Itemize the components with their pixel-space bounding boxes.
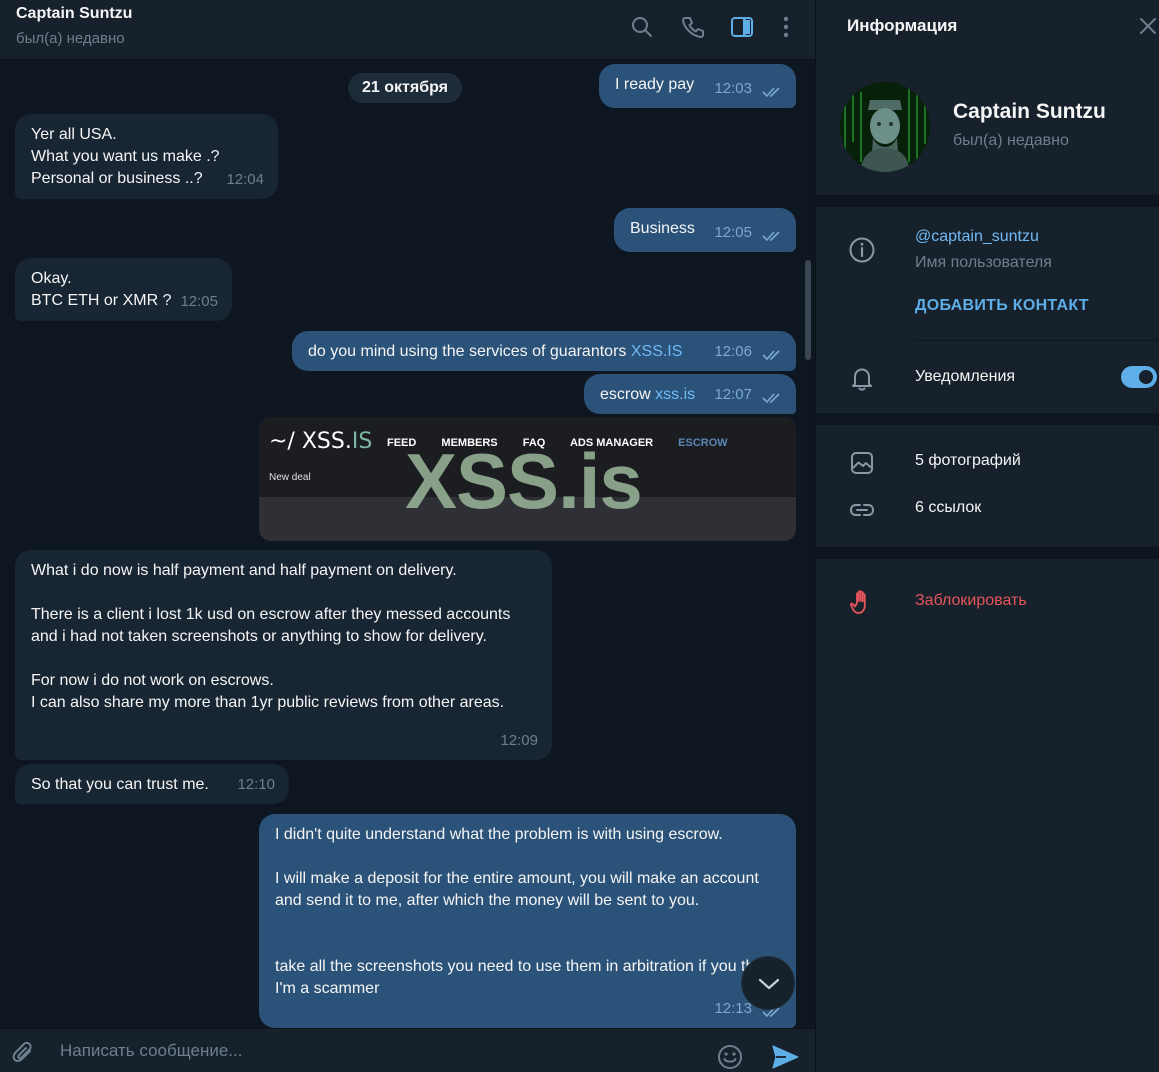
message-bubble-incoming[interactable]: So that you can trust me. 12:10: [15, 764, 289, 804]
info-icon: [849, 237, 875, 263]
date-separator: 21 октября: [348, 73, 462, 103]
message-time: 12:05: [180, 293, 218, 310]
scroll-down-button[interactable]: [741, 956, 795, 1010]
more-vert-icon[interactable]: [773, 14, 799, 40]
section-divider: [816, 547, 1159, 559]
site-logo: ~/ XSS.IS: [269, 429, 373, 454]
message-text: escrow: [600, 386, 656, 403]
scrollbar[interactable]: [805, 260, 811, 360]
message-bubble-outgoing[interactable]: escrow xss.is 12:07: [584, 374, 796, 414]
double-check-icon: [762, 393, 780, 404]
avatar[interactable]: [840, 82, 930, 172]
search-icon[interactable]: [629, 14, 655, 40]
divider: [915, 340, 1159, 341]
message-composer: [0, 1028, 815, 1072]
username-caption: Имя пользователя: [915, 254, 1052, 271]
panel-title: Информация: [847, 16, 958, 35]
message-link[interactable]: XSS.IS: [631, 343, 683, 360]
message-bubble-incoming[interactable]: What i do now is half payment and half p…: [15, 550, 552, 760]
site-subtitle: New deal: [269, 472, 311, 483]
message-bubble-incoming[interactable]: Okay. BTC ETH or XMR ? 12:05: [15, 258, 232, 321]
phone-icon[interactable]: [680, 14, 706, 40]
profile-status: был(а) недавно: [953, 132, 1069, 149]
emoji-icon[interactable]: [716, 1043, 744, 1071]
profile-info-panel: Информация Captain Suntzu был(а) недавно…: [815, 0, 1159, 1072]
message-text: Okay. BTC ETH or XMR ?: [31, 270, 172, 309]
double-check-icon: [762, 350, 780, 361]
section-divider: [816, 195, 1159, 207]
profile-name: Captain Suntzu: [953, 100, 1106, 123]
chat-title[interactable]: Captain Suntzu: [16, 5, 132, 23]
message-text: So that you can trust me.: [31, 776, 209, 793]
message-text: What i do now is half payment and half p…: [31, 562, 511, 711]
shared-photos-item[interactable]: 5 фотографий: [915, 452, 1021, 470]
username-link[interactable]: @captain_suntzu: [915, 228, 1039, 246]
paperclip-icon[interactable]: [10, 1039, 38, 1067]
message-link[interactable]: xss.is: [655, 386, 695, 403]
message-text: I ready pay: [615, 76, 695, 93]
message-text: Business: [630, 220, 695, 237]
message-time: 12:07: [714, 386, 752, 403]
chat-header[interactable]: Captain Suntzu был(а) недавно: [0, 0, 815, 60]
message-time: 12:13: [714, 1000, 752, 1017]
send-icon[interactable]: [770, 1043, 800, 1071]
section-divider: [816, 413, 1159, 425]
message-bubble-outgoing[interactable]: I ready pay 12:03: [599, 64, 796, 108]
message-time: 12:10: [237, 776, 275, 793]
bell-icon: [852, 368, 872, 391]
hand-block-icon: [850, 590, 866, 614]
double-check-icon: [762, 87, 780, 98]
add-contact-button[interactable]: ДОБАВИТЬ КОНТАКТ: [915, 297, 1089, 315]
close-icon[interactable]: [1138, 16, 1158, 36]
notifications-label: Уведомления: [915, 368, 1016, 385]
shared-links-item[interactable]: 6 ссылок: [915, 499, 981, 517]
message-time: 12:06: [714, 343, 752, 360]
message-text: do you mind using the services of guaran…: [308, 343, 631, 360]
message-input[interactable]: [60, 1037, 700, 1065]
sidebar-toggle-icon[interactable]: [729, 14, 755, 40]
message-list[interactable]: 21 октября I ready pay 12:03 Yer all USA…: [0, 60, 815, 1028]
message-time: 12:05: [714, 224, 752, 241]
block-user-button[interactable]: Заблокировать: [915, 592, 1027, 610]
message-text: I didn't quite understand what the probl…: [275, 826, 775, 997]
message-bubble-outgoing[interactable]: I didn't quite understand what the probl…: [259, 814, 796, 1028]
message-bubble-outgoing[interactable]: do you mind using the services of guaran…: [292, 331, 796, 371]
message-bubble-outgoing[interactable]: Business 12:05: [614, 208, 796, 252]
chat-status: был(а) недавно: [16, 30, 125, 47]
notifications-toggle[interactable]: [1121, 366, 1157, 388]
photo-icon: [851, 452, 873, 474]
message-time: 12:03: [714, 80, 752, 97]
message-time: 12:04: [226, 171, 264, 188]
message-time: 12:09: [500, 732, 538, 749]
chevron-down-icon: [758, 978, 780, 990]
toggle-knob: [1137, 368, 1155, 386]
message-text: Yer all USA. What you want us make .? Pe…: [31, 126, 220, 187]
double-check-icon: [762, 231, 780, 242]
avatar-image: [840, 82, 930, 172]
watermark-text: XSS.is: [405, 437, 643, 525]
site-nav-item: ESCROW: [678, 437, 728, 449]
message-bubble-incoming[interactable]: Yer all USA. What you want us make .? Pe…: [15, 114, 278, 199]
chat-column: Captain Suntzu был(а) недавно 21 октября…: [0, 0, 815, 1072]
link-icon: [849, 504, 875, 516]
